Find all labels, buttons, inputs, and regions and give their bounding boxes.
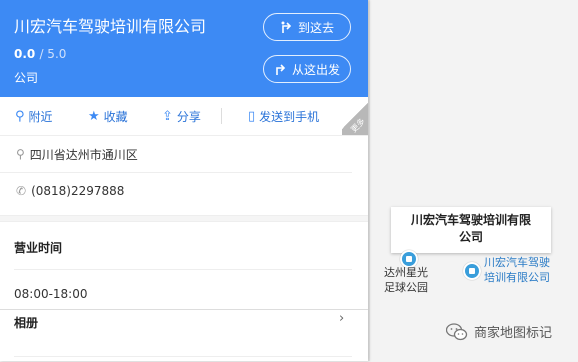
favorite-label: 收藏 (103, 109, 128, 124)
park-label-2: 足球公园 (384, 281, 428, 294)
favorite-button[interactable]: ★ 收藏 (88, 108, 128, 125)
rating-max: / 5.0 (39, 47, 67, 61)
watermark: 商家地图标记 (446, 322, 552, 341)
album-divider (14, 356, 352, 357)
send-to-phone-label: 发送到手机 (259, 109, 320, 124)
telephone-icon: ✆ (16, 184, 27, 198)
divider (221, 108, 222, 124)
nearby-label: 附近 (28, 109, 53, 124)
school-pin-icon[interactable] (463, 262, 481, 280)
phone-icon: ▯ (248, 108, 256, 124)
more-corner-button[interactable]: 更多 (342, 97, 368, 135)
phone-row: ✆ (0818)2297888 (0, 173, 368, 209)
nearby-button[interactable]: ⚲ 附近 (15, 108, 53, 125)
share-icon: ⇪ (162, 108, 173, 124)
address-text: 四川省达州市通川区 (29, 147, 138, 162)
place-category: 公司 (14, 71, 39, 85)
poi-card-line1: 川宏汽车驾驶培训有限 (410, 213, 531, 227)
album-title: 相册 (14, 316, 39, 330)
place-panel: 川宏汽车驾驶培训有限公司 0.0 / 5.0 公司 到这去 从这出发 ⚲ 附近 (0, 0, 368, 361)
park-label-1: 达州星光 (384, 266, 428, 279)
watermark-text: 商家地图标记 (474, 326, 553, 341)
school-label-1[interactable]: 川宏汽车驾驶 (484, 256, 550, 270)
share-button[interactable]: ⇪ 分享 (162, 108, 201, 125)
chevron-right-icon: › (339, 311, 345, 326)
action-bar: ⚲ 附近 ★ 收藏 ⇪ 分享 ▯ 发送到手机 更多 (0, 97, 368, 136)
rating-value: 0.0 (14, 47, 36, 61)
start-from-here-label: 从这出发 (291, 62, 340, 77)
location-icon: ⚲ (16, 147, 25, 161)
wechat-icon (446, 322, 468, 340)
place-title: 川宏汽车驾驶培训有限公司 (14, 17, 207, 36)
school-label-2[interactable]: 培训有限公司 (484, 271, 550, 285)
map-poi-card[interactable]: 川宏汽车驾驶培训有限 公司 (391, 207, 551, 253)
go-here-button[interactable]: 到这去 (263, 13, 351, 41)
send-to-phone-button[interactable]: ▯ 发送到手机 (248, 108, 319, 125)
section-divider (0, 215, 368, 222)
place-header: 川宏汽车驾驶培训有限公司 0.0 / 5.0 公司 到这去 从这出发 (0, 0, 368, 97)
route-to-icon (281, 21, 292, 33)
go-here-label: 到这去 (297, 20, 334, 35)
address-row: ⚲ 四川省达州市通川区 (0, 136, 352, 173)
share-label: 分享 (176, 109, 201, 124)
album-section[interactable]: 相册 › (0, 309, 368, 362)
hours-title: 营业时间 (14, 241, 63, 255)
start-from-here-button[interactable]: 从这出发 (263, 55, 351, 83)
poi-card-line2: 公司 (458, 230, 483, 244)
star-icon: ★ (88, 108, 100, 124)
location-pin-icon: ⚲ (15, 108, 25, 124)
more-label: 更多 (349, 116, 367, 135)
route-from-icon (276, 64, 286, 75)
place-rating: 0.0 / 5.0 (14, 47, 66, 61)
phone-text: (0818)2297888 (31, 184, 125, 198)
